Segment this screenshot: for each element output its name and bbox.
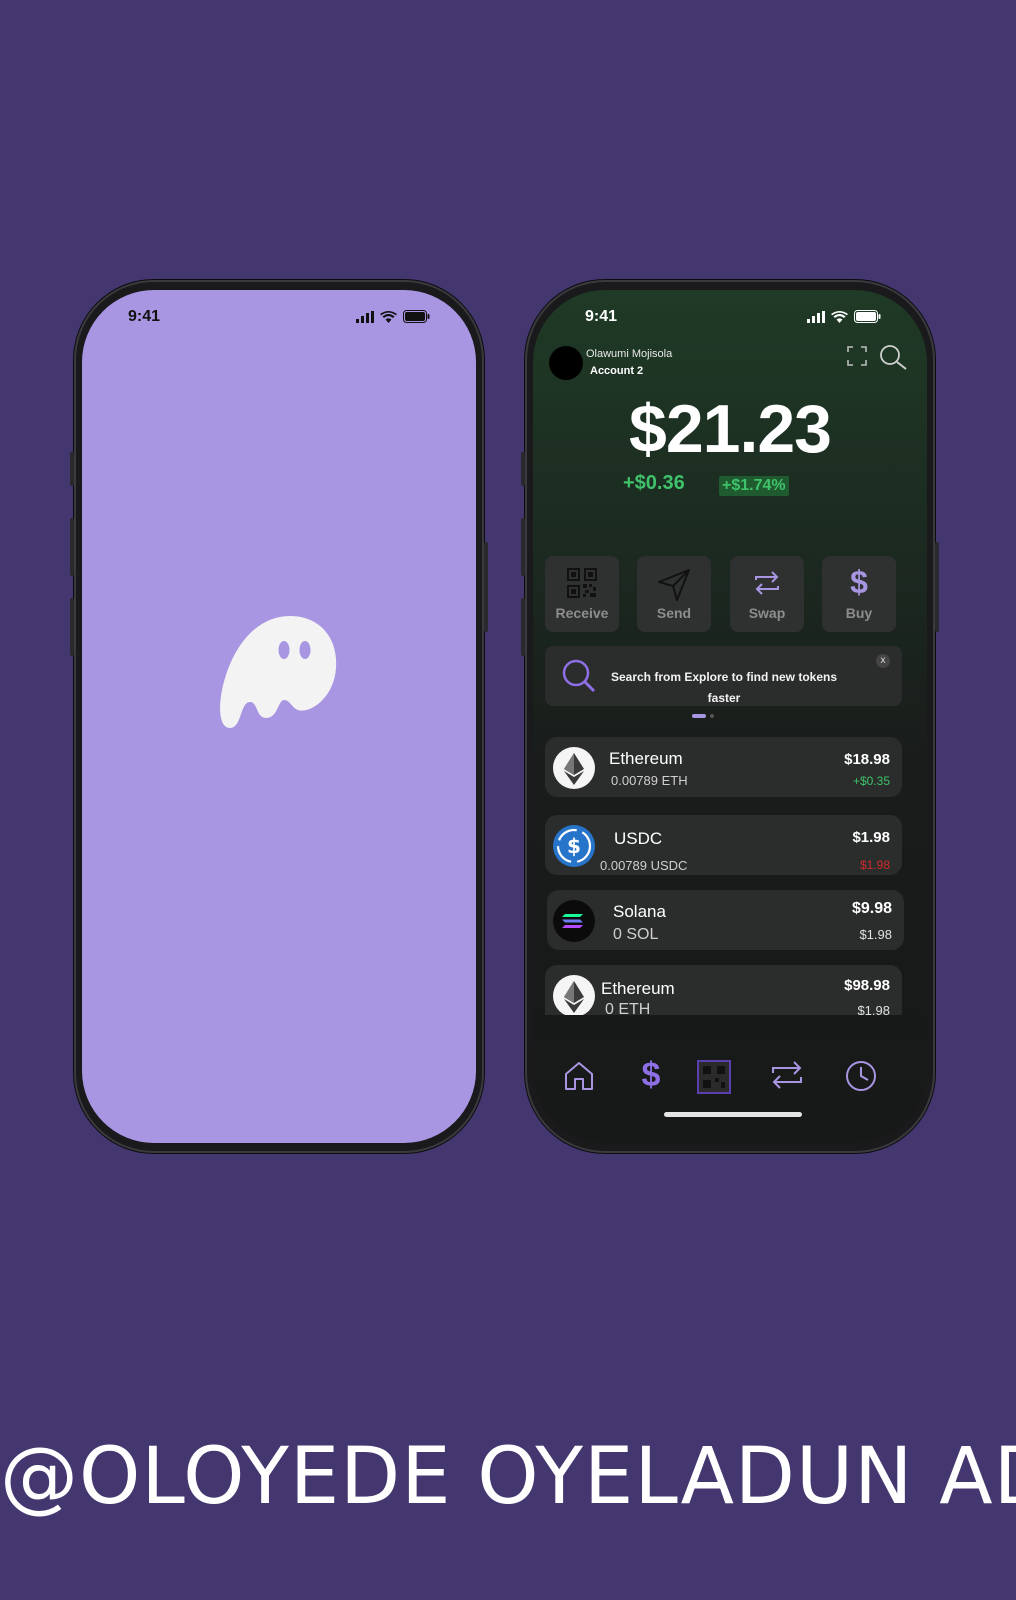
- token-amount: 0.00789 USDC: [600, 858, 688, 873]
- token-name: Ethereum: [601, 979, 675, 998]
- status-time: 9:41: [585, 308, 618, 325]
- receive-label: Receive: [555, 605, 609, 621]
- swap-label: Swap: [748, 605, 786, 621]
- dollar-icon[interactable]: $: [631, 1056, 671, 1095]
- token-value: $98.98: [844, 977, 890, 994]
- solana-icon: [553, 900, 595, 942]
- volume-up-button: [521, 518, 525, 576]
- token-amount: 0 SOL: [613, 926, 659, 943]
- status-icons: [356, 310, 430, 323]
- home-indicator[interactable]: [664, 1112, 802, 1117]
- qr-code-icon: [567, 568, 597, 598]
- status-bar: 9:41: [82, 308, 476, 330]
- bottom-nav: $: [533, 1056, 927, 1100]
- status-time: 9:41: [128, 308, 161, 325]
- scan-icon[interactable]: [847, 346, 867, 366]
- token-change: $1.98: [859, 858, 890, 872]
- receive-button[interactable]: Receive: [545, 556, 619, 632]
- token-change: $1.98: [859, 927, 892, 942]
- search-icon[interactable]: [879, 344, 907, 370]
- token-name: Solana: [613, 902, 666, 921]
- total-balance: $21.23: [629, 391, 832, 467]
- token-name: USDC: [614, 829, 663, 848]
- volume-down-button: [521, 598, 525, 656]
- svg-text:$: $: [567, 834, 581, 858]
- token-value: $9.98: [851, 900, 892, 917]
- battery-icon: [854, 310, 881, 323]
- token-value: $1.98: [852, 829, 890, 846]
- token-change: +$0.35: [852, 774, 890, 788]
- ghost-icon: [220, 616, 337, 728]
- qr-code-icon: [697, 1060, 731, 1094]
- ethereum-icon: [553, 975, 595, 1017]
- avatar[interactable]: [549, 346, 583, 380]
- token-value: $18.98: [844, 751, 890, 768]
- volume-down-button: [70, 598, 74, 656]
- splash-phone: 9:41: [70, 280, 488, 1153]
- power-button: [484, 542, 488, 632]
- usdc-icon: $: [553, 825, 595, 867]
- page-indicator: [692, 714, 714, 718]
- power-button: [935, 542, 939, 632]
- signal-icon: [356, 310, 374, 323]
- send-label: Send: [656, 605, 692, 621]
- buy-button[interactable]: $ Buy: [822, 556, 896, 632]
- token-name: Ethereum: [609, 749, 683, 768]
- watermark-text: @OLOYEDE OYELADUN AD: [0, 1432, 1016, 1522]
- list-fade: [533, 1015, 927, 1035]
- swap-button[interactable]: Swap: [730, 556, 804, 632]
- banner-text: Search from Explore to find new tokens f…: [610, 670, 838, 705]
- token-amount: 0.00789 ETH: [611, 773, 688, 788]
- balance-change-percent: +$1.74%: [719, 476, 789, 496]
- nav-qr[interactable]: [694, 1060, 734, 1094]
- signal-icon: [807, 310, 825, 323]
- splash-screen: 9:41: [82, 290, 476, 1143]
- wallet-phone: 9:41 Olawumi Mojisola Account 2 $21.23 +…: [521, 280, 939, 1153]
- token-row[interactable]: $ USDC 0.00789 USDC $1.98 $1.98: [545, 815, 902, 875]
- dollar-icon: $: [850, 564, 868, 600]
- mute-switch: [521, 452, 525, 486]
- status-bar: 9:41: [533, 308, 927, 330]
- send-icon: [658, 569, 690, 601]
- send-button[interactable]: Send: [637, 556, 711, 632]
- page-dot: [710, 714, 714, 718]
- balance-change-amount: +$0.36: [623, 472, 685, 494]
- mute-switch: [70, 452, 74, 486]
- search-icon: [562, 659, 596, 693]
- nav-swap[interactable]: [767, 1060, 807, 1090]
- buy-label: Buy: [845, 605, 873, 621]
- token-row[interactable]: Solana 0 SOL $9.98 $1.98: [547, 890, 904, 950]
- nav-history[interactable]: [841, 1060, 881, 1092]
- banner-close-button[interactable]: x: [876, 654, 890, 668]
- volume-up-button: [70, 518, 74, 576]
- page-dot-active: [692, 714, 706, 718]
- ethereum-icon: [553, 747, 595, 789]
- wifi-icon: [380, 310, 397, 323]
- wifi-icon: [831, 310, 848, 323]
- user-name: Olawumi Mojisola: [586, 348, 673, 360]
- home-icon: [565, 1062, 593, 1090]
- nav-home[interactable]: [559, 1060, 599, 1092]
- swap-icon: [772, 1061, 802, 1089]
- status-icons: [807, 310, 881, 323]
- swap-icon: [755, 571, 779, 595]
- explore-banner[interactable]: Search from Explore to find new tokens f…: [545, 646, 902, 706]
- wallet-screen: 9:41 Olawumi Mojisola Account 2 $21.23 +…: [533, 290, 927, 1143]
- battery-icon: [403, 310, 430, 323]
- clock-icon: [846, 1061, 876, 1091]
- token-row[interactable]: Ethereum 0.00789 ETH $18.98 +$0.35: [545, 737, 902, 797]
- account-switcher[interactable]: Account 2: [590, 365, 643, 377]
